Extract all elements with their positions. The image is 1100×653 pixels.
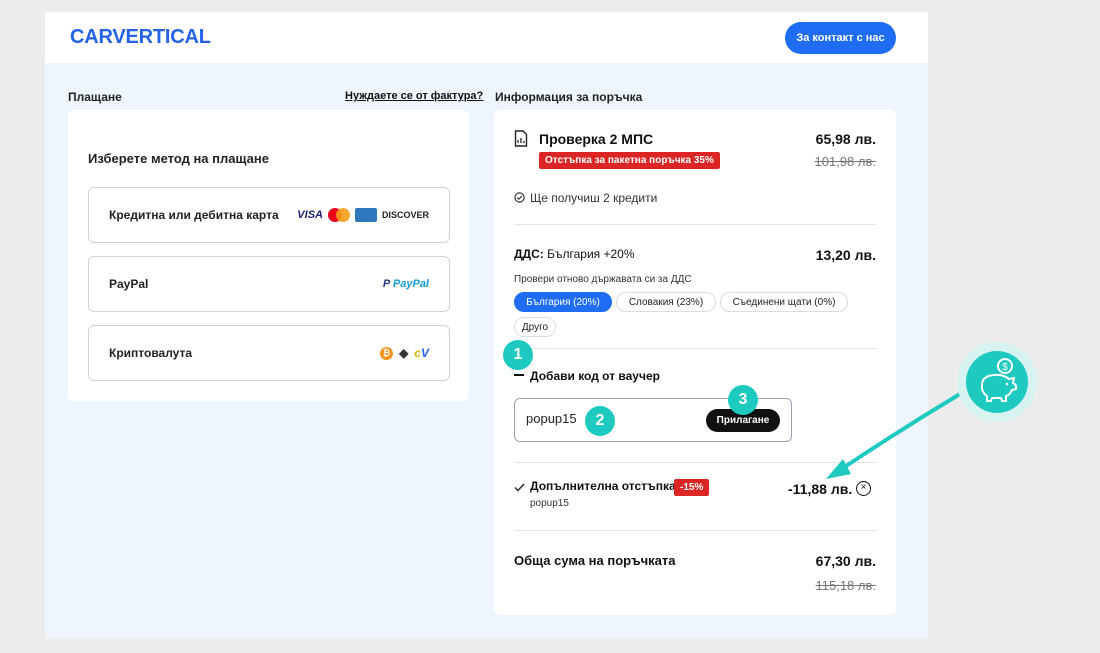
piggy-bank-coin-icon: $ [966,351,1028,413]
svg-text:$: $ [1002,362,1008,373]
arrow-annotation [826,392,962,479]
piggy-bank-badge: $ [957,342,1037,422]
